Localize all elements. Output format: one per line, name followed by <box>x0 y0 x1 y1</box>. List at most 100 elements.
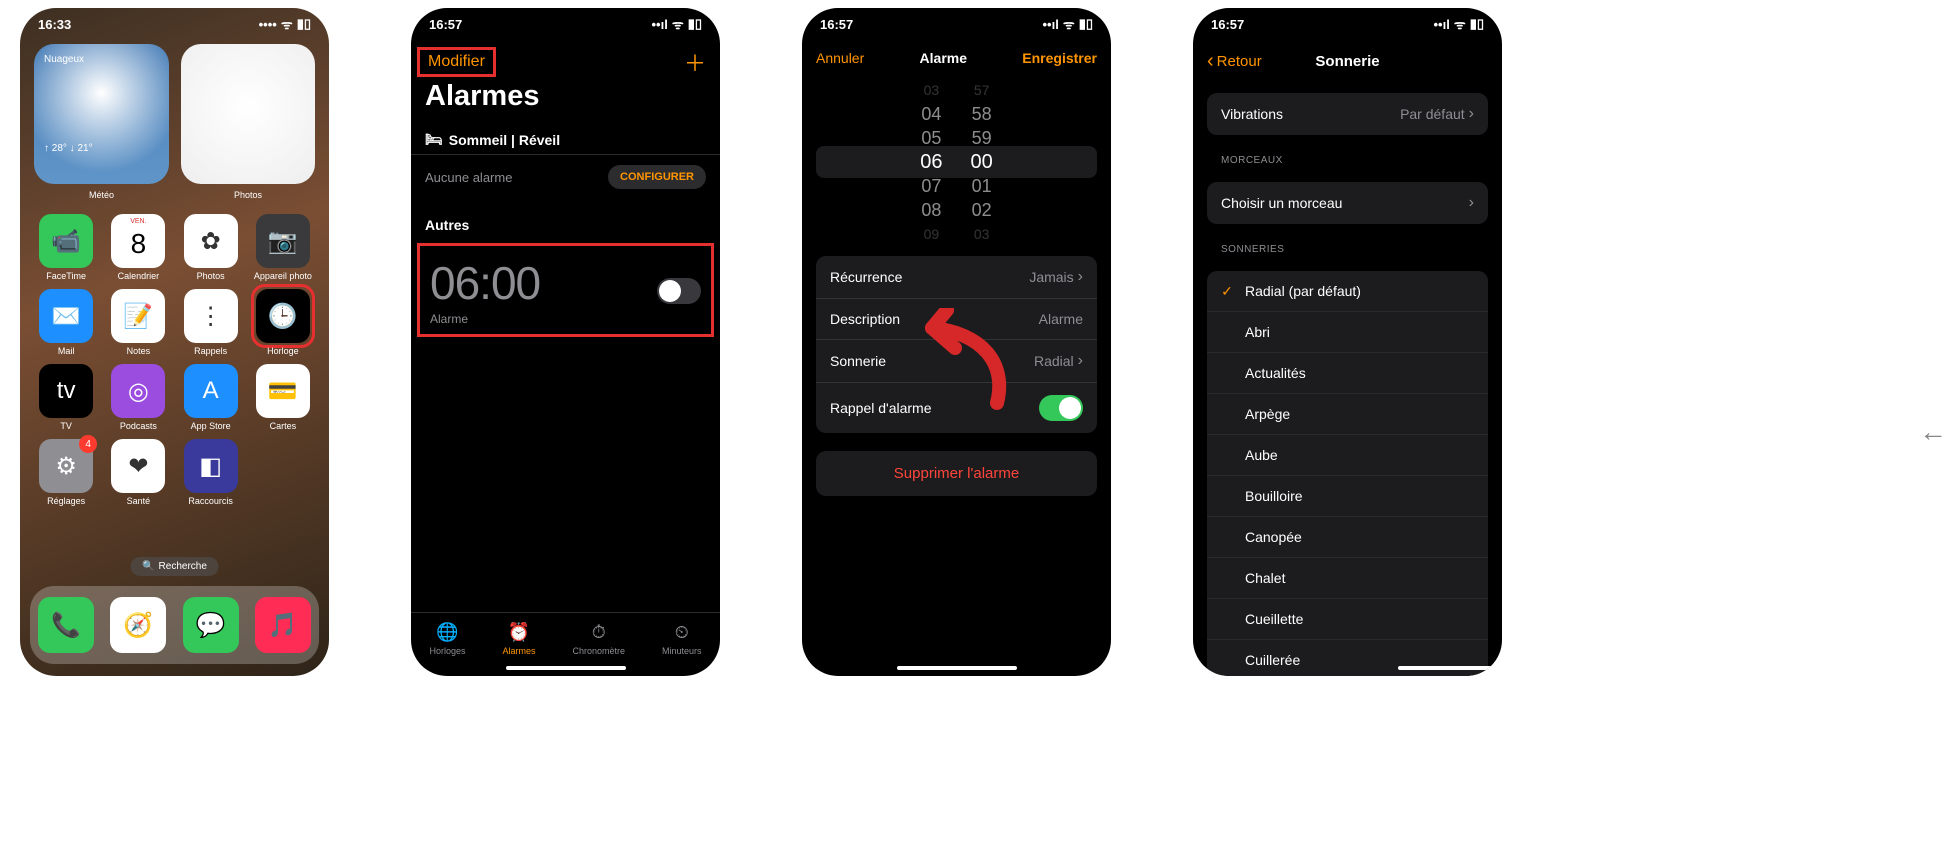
app-grid: 📹FaceTimeVEN.8Calendrier✿Photos📷Appareil… <box>20 206 329 514</box>
ringtone-row[interactable]: Bouilloire <box>1207 476 1488 517</box>
app-app store[interactable]: AApp Store <box>179 364 243 431</box>
back-label: Retour <box>1217 53 1262 70</box>
app-mail[interactable]: ✉️Mail <box>34 289 98 356</box>
wifi-icon: ᯤ <box>672 15 684 33</box>
annotation-arrow-icon <box>887 308 1017 418</box>
alarm-sublabel: Alarme <box>430 312 540 326</box>
widget-row: Nuageux ↑ 28° ↓ 21° Météo Photos <box>20 44 329 184</box>
ringtone-row[interactable]: Aube <box>1207 435 1488 476</box>
ringtone-row[interactable]: Arpège <box>1207 394 1488 435</box>
app-raccourcis[interactable]: ◧Raccourcis <box>179 439 243 506</box>
save-button[interactable]: Enregistrer <box>1022 50 1097 66</box>
app-réglages[interactable]: ⚙4Réglages <box>34 439 98 506</box>
weather-condition: Nuageux <box>44 54 159 65</box>
dock-app[interactable]: 🧭 <box>110 597 166 653</box>
tab-alarmes[interactable]: ⏰Alarmes <box>502 622 535 656</box>
others-header: Autres <box>411 199 720 239</box>
dock-app[interactable]: 🎵 <box>255 597 311 653</box>
nav-title: Alarme <box>920 50 967 66</box>
app-rappels[interactable]: ⋮Rappels <box>179 289 243 356</box>
tab-chronomètre[interactable]: ⏱Chronomètre <box>572 622 625 656</box>
choose-song-row[interactable]: Choisir un morceau › <box>1207 182 1488 224</box>
time-picker[interactable]: 03040506070809 57585900010203 <box>802 82 1111 242</box>
alarm-nav: Modifier ＋ <box>411 40 720 78</box>
status-icons: ••ıl ᯤ ▮▯ <box>1433 15 1484 33</box>
sound-screen: 16:57 ••ıl ᯤ ▮▯ ‹ Retour Sonnerie Vibrat… <box>1193 8 1502 676</box>
signal-icon: ••ıl <box>1042 17 1058 32</box>
app-facetime[interactable]: 📹FaceTime <box>34 214 98 281</box>
app-photos[interactable]: ✿Photos <box>179 214 243 281</box>
status-bar: 16:57 ••ıl ᯤ ▮▯ <box>1193 8 1502 40</box>
section-morceaux: MORCEAUX <box>1193 135 1502 172</box>
app-cartes[interactable]: 💳Cartes <box>251 364 315 431</box>
sound-nav: ‹ Retour Sonnerie <box>1193 40 1502 83</box>
no-alarm-label: Aucune alarme <box>425 170 512 185</box>
search-pill[interactable]: 🔍 Recherche <box>130 557 219 576</box>
widget-label: Photos <box>234 190 262 200</box>
configure-button[interactable]: CONFIGURER <box>608 165 706 189</box>
status-icons: ••ıl ᯤ ▮▯ <box>1042 15 1093 33</box>
ringtone-row[interactable]: Canopée <box>1207 517 1488 558</box>
page-nav-arrow-icon[interactable]: ← <box>1919 416 1947 448</box>
minute-column[interactable]: 57585900010203 <box>971 78 993 246</box>
status-icons: ••ıl ᯤ ▮▯ <box>651 15 702 33</box>
dock-app[interactable]: 💬 <box>183 597 239 653</box>
search-icon: 🔍 <box>142 561 154 572</box>
edit-button[interactable]: Modifier <box>417 47 496 77</box>
back-button[interactable]: ‹ Retour <box>1207 50 1262 73</box>
status-time: 16:57 <box>1211 17 1244 32</box>
app-santé[interactable]: ❤Santé <box>106 439 170 506</box>
ringtone-row[interactable]: Cuillerée <box>1207 640 1488 676</box>
ringtone-row[interactable]: ✓Radial (par défaut) <box>1207 271 1488 312</box>
tab-minuteurs[interactable]: ⏲Minuteurs <box>662 622 702 656</box>
weather-temps: ↑ 28° ↓ 21° <box>44 143 159 154</box>
snooze-toggle[interactable] <box>1039 395 1083 421</box>
tab-horloges[interactable]: 🌐Horloges <box>429 622 465 656</box>
status-time: 16:33 <box>38 17 71 32</box>
vibrations-row[interactable]: Vibrations Par défaut › <box>1207 93 1488 135</box>
ringtone-row[interactable]: Cueillette <box>1207 599 1488 640</box>
home-indicator[interactable] <box>897 666 1017 670</box>
photos-widget[interactable]: Photos <box>181 44 315 184</box>
hour-column[interactable]: 03040506070809 <box>920 78 942 246</box>
delete-alarm-button[interactable]: Supprimer l'alarme <box>816 451 1097 496</box>
songs-group: Choisir un morceau › <box>1207 182 1488 224</box>
signal-icon: •••• <box>259 17 277 32</box>
dock: 📞 🧭 💬 🎵 <box>30 586 319 664</box>
app-notes[interactable]: 📝Notes <box>106 289 170 356</box>
alarm-row[interactable]: 06:00 Alarme <box>417 243 714 337</box>
app-calendrier[interactable]: VEN.8Calendrier <box>106 214 170 281</box>
bed-icon: 🛏 <box>425 131 443 148</box>
vibrations-group: Vibrations Par défaut › <box>1207 93 1488 135</box>
weather-widget[interactable]: Nuageux ↑ 28° ↓ 21° Météo <box>34 44 169 184</box>
status-icons: •••• ᯤ ▮▯ <box>259 15 311 33</box>
app-podcasts[interactable]: ◎Podcasts <box>106 364 170 431</box>
wifi-icon: ᯤ <box>281 15 293 33</box>
dock-app[interactable]: 📞 <box>38 597 94 653</box>
status-bar: 16:33 •••• ᯤ ▮▯ <box>20 8 329 40</box>
chevron-left-icon: ‹ <box>1207 50 1214 73</box>
chevron-right-icon: › <box>1469 194 1474 212</box>
status-bar: 16:57 ••ıl ᯤ ▮▯ <box>411 8 720 40</box>
alarm-toggle[interactable] <box>657 278 701 304</box>
search-label: Recherche <box>159 561 207 572</box>
ringtone-row[interactable]: Abri <box>1207 312 1488 353</box>
status-bar: 16:57 ••ıl ᯤ ▮▯ <box>802 8 1111 40</box>
chevron-right-icon: › <box>1469 105 1474 123</box>
ringtones-group: ✓Radial (par défaut)AbriActualitésArpège… <box>1207 271 1488 676</box>
widget-label: Météo <box>89 190 114 200</box>
ringtone-row[interactable]: Chalet <box>1207 558 1488 599</box>
add-alarm-button[interactable]: ＋ <box>684 46 706 78</box>
setting-rcurrence[interactable]: RécurrenceJamais › <box>816 256 1097 299</box>
alarm-edit-screen: 16:57 ••ıl ᯤ ▮▯ Annuler Alarme Enregistr… <box>802 8 1111 676</box>
app-tv[interactable]: tvTV <box>34 364 98 431</box>
home-indicator[interactable] <box>506 666 626 670</box>
sleep-section-header: 🛏 Sommeil | Réveil <box>411 121 720 154</box>
nav-title: Sonnerie <box>1315 53 1379 70</box>
app-horloge[interactable]: 🕒Horloge <box>251 289 315 356</box>
alarms-title: Alarmes <box>411 78 720 121</box>
ringtone-row[interactable]: Actualités <box>1207 353 1488 394</box>
cancel-button[interactable]: Annuler <box>816 50 864 66</box>
app-appareil photo[interactable]: 📷Appareil photo <box>251 214 315 281</box>
battery-icon: ▮▯ <box>1470 16 1484 32</box>
